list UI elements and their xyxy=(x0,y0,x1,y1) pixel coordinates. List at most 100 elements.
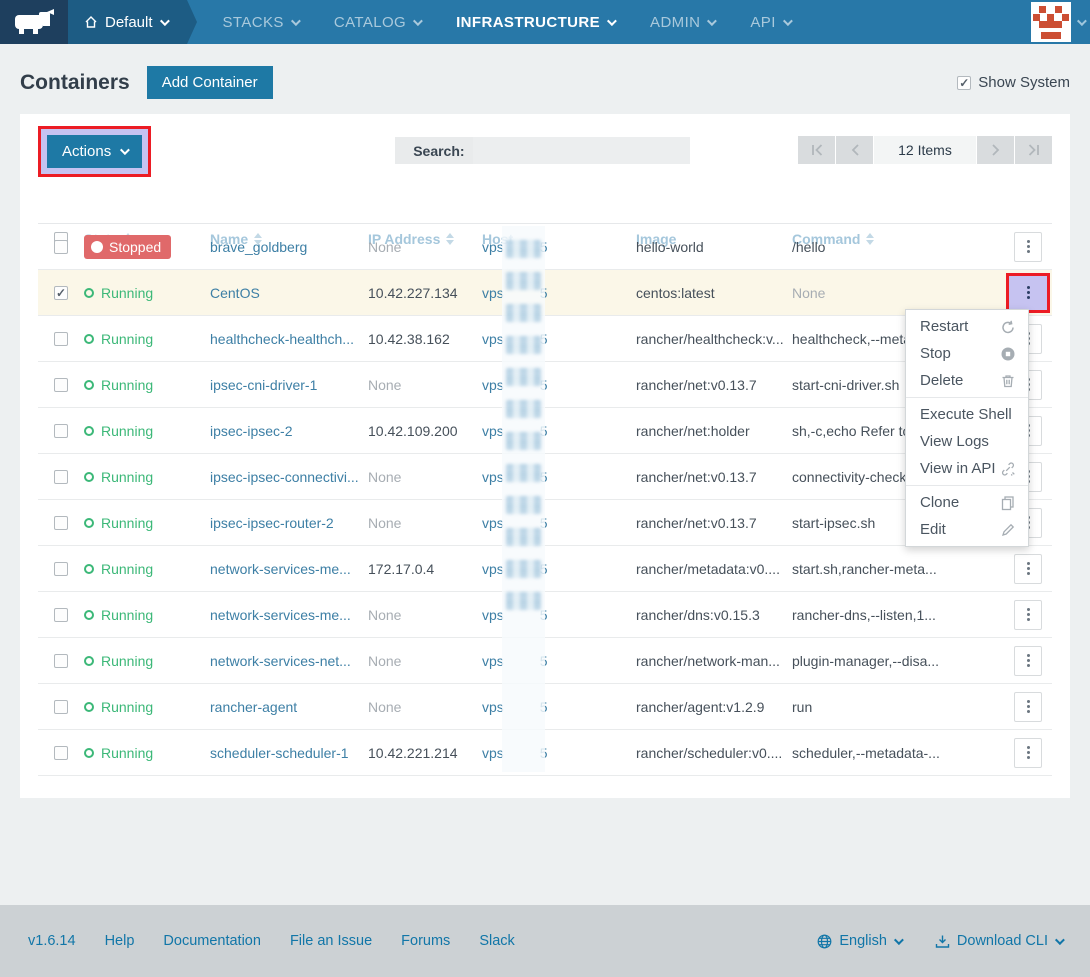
host-link[interactable]: vps xyxy=(482,423,504,439)
next-page-button[interactable] xyxy=(977,136,1014,164)
row-checkbox[interactable] xyxy=(54,561,68,576)
host-link[interactable]: vps xyxy=(482,285,504,301)
host-link[interactable]: vps xyxy=(482,331,504,347)
stopped-icon xyxy=(91,240,103,253)
menu-item-view-logs[interactable]: View Logs xyxy=(906,428,1028,455)
row-checkbox[interactable] xyxy=(54,515,68,530)
row-checkbox[interactable] xyxy=(54,469,68,484)
menu-item-delete[interactable]: Delete xyxy=(906,367,1028,394)
container-name-link[interactable]: brave_goldberg xyxy=(210,239,307,255)
row-checkbox[interactable] xyxy=(54,653,68,668)
container-name-link[interactable]: healthcheck-healthch... xyxy=(210,331,354,347)
language-selector[interactable]: English xyxy=(817,933,904,949)
download-cli-label: Download CLI xyxy=(956,933,1048,949)
host-link-suffix[interactable]: 5 xyxy=(540,239,548,255)
user-menu[interactable] xyxy=(1031,2,1090,42)
first-page-button[interactable] xyxy=(798,136,835,164)
row-actions-kebab[interactable] xyxy=(1014,278,1042,308)
container-name-link[interactable]: scheduler-scheduler-1 xyxy=(210,745,349,761)
row-checkbox[interactable] xyxy=(54,699,68,714)
container-name-link[interactable]: rancher-agent xyxy=(210,699,297,715)
host-link[interactable]: vps xyxy=(482,239,504,255)
last-page-button[interactable] xyxy=(1015,136,1052,164)
host-link[interactable]: vps xyxy=(482,469,504,485)
menu-item-view-in-api[interactable]: View in API xyxy=(906,455,1028,482)
footer-link-file-an-issue[interactable]: File an Issue xyxy=(290,933,372,949)
container-name-link[interactable]: ipsec-ipsec-2 xyxy=(210,423,292,439)
host-link[interactable]: vps xyxy=(482,653,504,669)
row-actions-kebab[interactable] xyxy=(1014,231,1042,262)
download-cli-menu[interactable]: Download CLI xyxy=(935,933,1065,949)
running-icon xyxy=(84,563,94,574)
container-name-link[interactable]: CentOS xyxy=(210,285,260,301)
row-checkbox[interactable] xyxy=(54,285,68,300)
row-actions-kebab[interactable] xyxy=(1014,599,1042,630)
footer-link-documentation[interactable]: Documentation xyxy=(163,933,261,949)
nav-item-infrastructure[interactable]: INFRASTRUCTURE xyxy=(456,14,617,31)
container-name-link[interactable]: network-services-me... xyxy=(210,561,351,577)
host-link[interactable]: vps xyxy=(482,607,504,623)
actions-dropdown-button[interactable]: Actions xyxy=(47,135,143,168)
container-name-link[interactable]: network-services-me... xyxy=(210,607,351,623)
clone-icon xyxy=(1001,495,1014,510)
image-name: hello-world xyxy=(636,238,704,255)
show-system-checkbox[interactable] xyxy=(957,75,972,90)
ip-address: 10.42.227.134 xyxy=(368,284,458,301)
row-checkbox[interactable] xyxy=(54,745,68,760)
environment-selector[interactable]: Default xyxy=(68,0,197,44)
command-text: /hello xyxy=(792,238,826,255)
add-container-button[interactable]: Add Container xyxy=(146,66,273,99)
running-icon xyxy=(84,517,94,528)
host-link-suffix[interactable]: 5 xyxy=(540,699,548,715)
row-actions-kebab[interactable] xyxy=(1014,553,1042,584)
running-icon xyxy=(84,471,94,482)
row-actions-kebab[interactable] xyxy=(1014,737,1042,768)
nav-item-stacks[interactable]: STACKS xyxy=(223,14,301,31)
row-actions-kebab[interactable] xyxy=(1014,691,1042,722)
top-navbar: Default STACKS CATALOG INFRASTRUCTURE AD… xyxy=(0,0,1090,44)
footer-link-forums[interactable]: Forums xyxy=(401,933,450,949)
menu-item-execute-shell[interactable]: Execute Shell xyxy=(906,401,1028,428)
host-link[interactable]: vps xyxy=(482,515,504,531)
host-link-suffix[interactable]: 5 xyxy=(540,377,548,393)
rancher-logo[interactable] xyxy=(0,0,68,44)
container-name-link[interactable]: network-services-net... xyxy=(210,653,351,669)
nav-item-catalog[interactable]: CATALOG xyxy=(334,14,423,31)
row-actions-kebab[interactable] xyxy=(1014,645,1042,676)
nav-item-admin[interactable]: ADMIN xyxy=(650,14,718,31)
ip-address: None xyxy=(368,376,402,393)
host-link-suffix[interactable]: 5 xyxy=(540,745,548,761)
search-label: Search: xyxy=(413,142,465,159)
prev-page-button[interactable] xyxy=(836,136,873,164)
container-name-link[interactable]: ipsec-ipsec-connectivi... xyxy=(210,469,359,485)
host-link-suffix[interactable]: 5 xyxy=(540,331,548,347)
host-link-suffix[interactable]: 5 xyxy=(540,285,548,301)
menu-item-edit[interactable]: Edit xyxy=(906,516,1028,543)
footer-link-help[interactable]: Help xyxy=(105,933,135,949)
menu-item-stop[interactable]: Stop xyxy=(906,340,1028,367)
table-row: Running ipsec-ipsec-connectivi... None v… xyxy=(38,454,1052,500)
menu-item-clone[interactable]: Clone xyxy=(906,489,1028,516)
host-link-suffix[interactable]: 5 xyxy=(540,607,548,623)
menu-item-restart[interactable]: Restart xyxy=(906,313,1028,340)
footer-link-slack[interactable]: Slack xyxy=(479,933,514,949)
host-link-suffix[interactable]: 5 xyxy=(540,561,548,577)
nav-item-api[interactable]: API xyxy=(750,14,793,31)
row-checkbox[interactable] xyxy=(54,423,68,438)
row-checkbox[interactable] xyxy=(54,377,68,392)
running-icon xyxy=(84,333,94,344)
row-checkbox[interactable] xyxy=(54,331,68,346)
host-link-suffix[interactable]: 5 xyxy=(540,653,548,669)
host-link-suffix[interactable]: 5 xyxy=(540,515,548,531)
container-name-link[interactable]: ipsec-ipsec-router-2 xyxy=(210,515,334,531)
row-checkbox[interactable] xyxy=(54,607,68,622)
host-link[interactable]: vps xyxy=(482,745,504,761)
host-link-suffix[interactable]: 5 xyxy=(540,423,548,439)
container-name-link[interactable]: ipsec-cni-driver-1 xyxy=(210,377,317,393)
host-link-suffix[interactable]: 5 xyxy=(540,469,548,485)
host-link[interactable]: vps xyxy=(482,377,504,393)
host-link[interactable]: vps xyxy=(482,561,504,577)
search-input[interactable] xyxy=(472,137,691,164)
host-link[interactable]: vps xyxy=(482,699,504,715)
row-checkbox[interactable] xyxy=(54,239,68,254)
